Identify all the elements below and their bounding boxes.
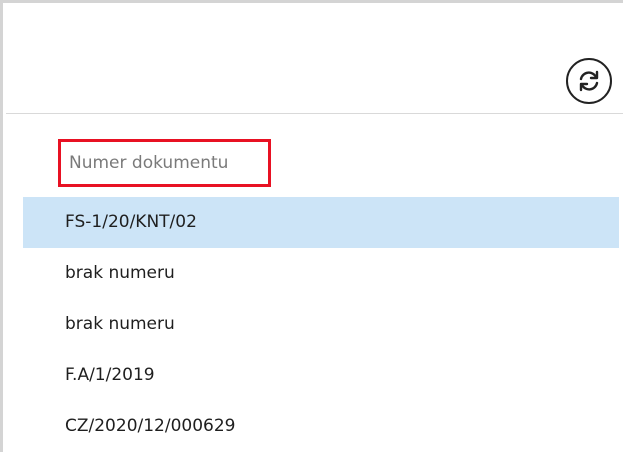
document-number-input[interactable]: [61, 142, 268, 184]
list-item[interactable]: brak numeru: [23, 248, 619, 299]
list-item[interactable]: brak numeru: [23, 299, 619, 350]
panel-header: [6, 6, 623, 114]
document-number-search-box: [58, 139, 271, 187]
list-item[interactable]: F.A/1/2019: [23, 350, 619, 401]
refresh-icon: [576, 68, 602, 94]
list-item[interactable]: CZ/2020/12/000629: [23, 401, 619, 452]
panel-frame: FS-1/20/KNT/02 brak numeru brak numeru F…: [0, 0, 623, 452]
refresh-button[interactable]: [566, 58, 612, 104]
document-list: FS-1/20/KNT/02 brak numeru brak numeru F…: [23, 197, 619, 452]
list-item[interactable]: FS-1/20/KNT/02: [23, 197, 619, 248]
